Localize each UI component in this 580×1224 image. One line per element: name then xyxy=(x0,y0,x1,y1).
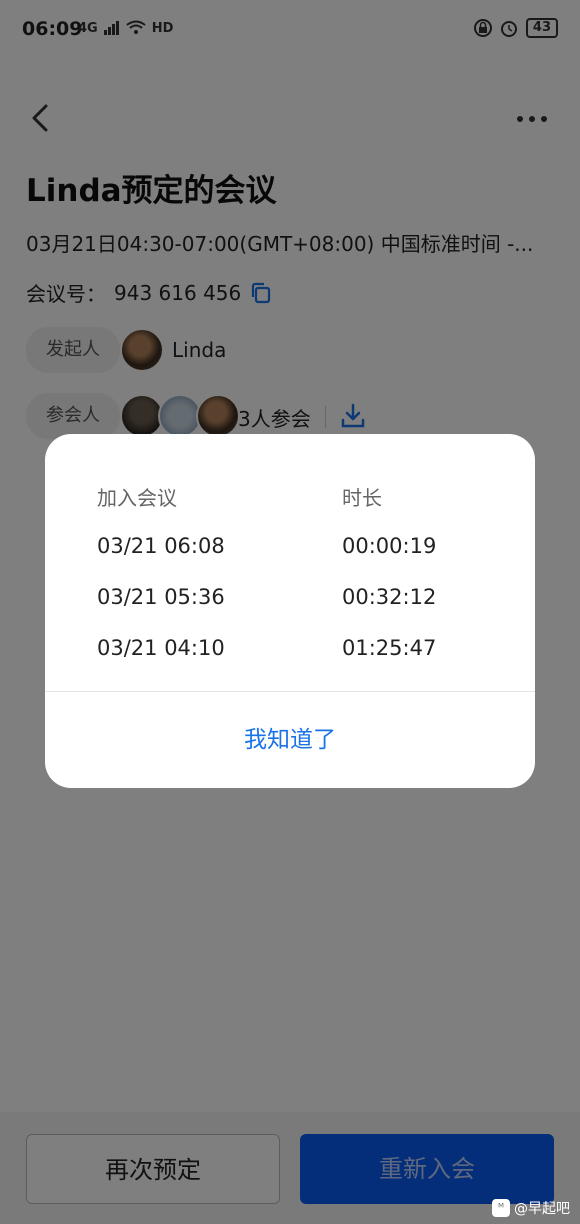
duration: 00:32:12 xyxy=(342,585,437,609)
watermark-text: @早起吧 xyxy=(514,1201,570,1217)
join-time: 03/21 04:10 xyxy=(97,636,225,660)
duration: 00:00:19 xyxy=(342,534,437,558)
column-header-join: 加入会议 xyxy=(97,486,177,510)
column-header-duration: 时长 xyxy=(342,486,382,510)
join-history-dialog: 加入会议 时长 03/21 06:08 00:00:19 03/21 05:36… xyxy=(45,434,535,788)
join-time: 03/21 06:08 xyxy=(97,534,225,558)
weibo-logo-icon: ᴹ xyxy=(492,1199,510,1217)
join-time: 03/21 05:36 xyxy=(97,585,225,609)
duration: 01:25:47 xyxy=(342,636,437,660)
watermark: ᴹ @早起吧 xyxy=(492,1198,570,1218)
confirm-button[interactable]: 我知道了 xyxy=(45,692,535,788)
